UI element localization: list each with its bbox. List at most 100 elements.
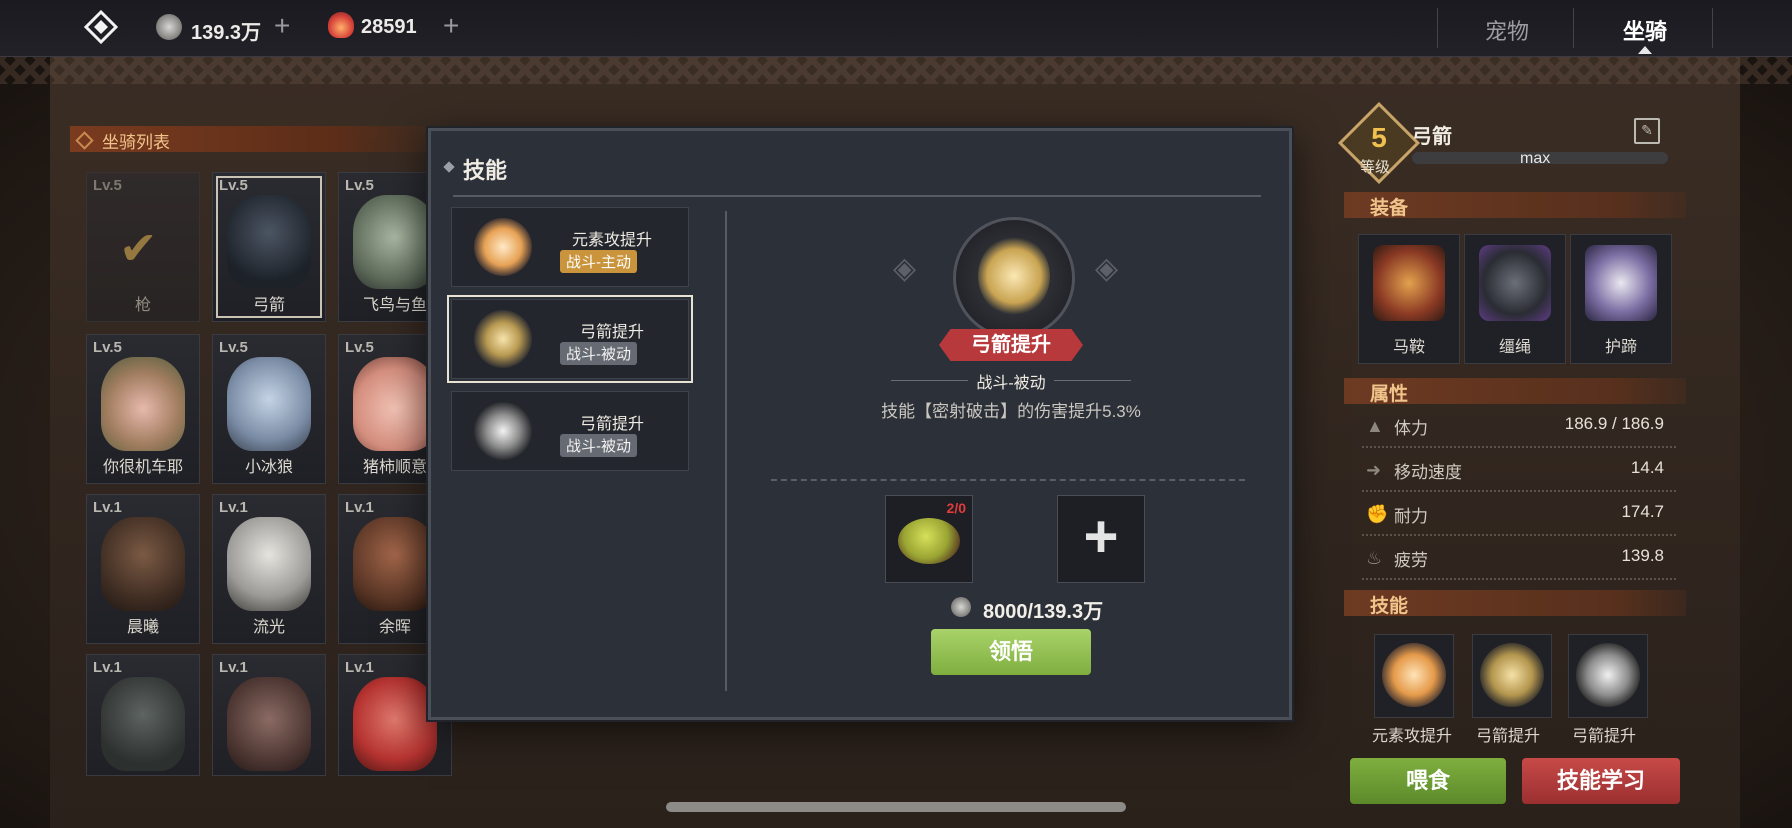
silver-amount: 139.3万 — [191, 22, 262, 44]
mount-card[interactable]: Lv.5 ✔ 枪 — [86, 172, 200, 322]
white-horse-portrait — [227, 517, 311, 611]
horseshoe-icon — [1585, 245, 1657, 321]
green-fruit-icon — [898, 518, 960, 564]
mount-skill-name: 弓箭提升 — [1476, 728, 1541, 745]
tab-mounts[interactable]: 坐骑 — [1623, 14, 1667, 46]
saddle-icon — [1373, 245, 1445, 321]
mount-name: 你很机车耶 — [102, 459, 183, 476]
learn-skill-button-label: 技能学习 — [1556, 768, 1645, 793]
attribute-row: ▲ 体力 186.9 / 186.9 — [1362, 406, 1676, 448]
selected-skill-type-text: 战斗-被动 — [968, 375, 1054, 392]
back-logo-icon[interactable] — [84, 10, 118, 44]
divider — [453, 195, 1261, 197]
skill-name: 元素攻提升 — [571, 232, 652, 249]
reins-icon — [1479, 245, 1551, 321]
material-slot[interactable]: 2/0 — [885, 495, 973, 583]
mount-level: Lv.5 — [345, 339, 374, 356]
mount-name: 弓箭 — [252, 297, 285, 314]
checkmark-icon: ✔ — [119, 222, 158, 274]
equipment-slot[interactable]: 马鞍 — [1358, 234, 1460, 364]
attribute-label: 体力 — [1394, 419, 1428, 438]
mount-card[interactable]: Lv.1 晨曦 — [86, 494, 200, 644]
mount-name: 小冰狼 — [244, 459, 293, 476]
equipment-name: 马鞍 — [1392, 339, 1425, 356]
learn-skill-button[interactable]: 技能学习 — [1522, 758, 1680, 804]
add-material-slot[interactable]: + — [1057, 495, 1145, 583]
attribute-row: ✊ 耐力 174.7 — [1362, 494, 1676, 536]
vertical-divider — [725, 211, 727, 691]
add-gem-button[interactable]: + — [443, 12, 459, 40]
equipment-name: 护蹄 — [1604, 339, 1637, 356]
attribute-row: ♨ 疲劳 139.8 — [1362, 538, 1676, 580]
silver-coin-icon — [156, 14, 182, 40]
mount-skill-slot[interactable] — [1472, 634, 1552, 718]
tab-separator — [1437, 8, 1438, 48]
skill-list-item[interactable]: 弓箭提升 战斗-被动 — [451, 391, 689, 471]
bow-boost-skill-icon — [474, 402, 532, 460]
skill-list-item[interactable]: 元素攻提升 战斗-主动 — [451, 207, 689, 287]
mount-list-header: 坐骑列表 — [70, 126, 450, 152]
comprehend-button-label: 领悟 — [988, 639, 1033, 664]
equipment-header: 装备 — [1344, 192, 1686, 219]
feed-button[interactable]: 喂食 — [1350, 758, 1506, 804]
plus-icon: + — [1083, 503, 1119, 570]
pig-portrait — [353, 357, 437, 451]
mount-card-selected[interactable]: Lv.5 弓箭 — [212, 172, 326, 322]
mount-level: Lv.1 — [93, 499, 122, 516]
level-value: 5 — [1371, 122, 1387, 153]
skill-list-item-selected[interactable]: 弓箭提升 战斗-被动 — [447, 295, 693, 383]
bow-arrow-icon — [978, 236, 1050, 316]
skill-description: 技能【密射破击】的伤害提升5.3% — [881, 402, 1141, 421]
skill-type-badge: 战斗-被动 — [560, 434, 637, 457]
exp-text: max — [1520, 150, 1551, 167]
mount-level: Lv.5 — [93, 339, 122, 356]
tab-pets[interactable]: 宠物 — [1485, 14, 1529, 46]
mount-card[interactable]: Lv.1 流光 — [212, 494, 326, 644]
chestnut-horse-portrait — [353, 517, 437, 611]
selected-skill-icon — [953, 217, 1075, 339]
mount-card[interactable]: Lv.1 — [86, 654, 200, 776]
level-label: 等级 — [1360, 159, 1391, 176]
mount-card[interactable]: Lv.1 — [212, 654, 326, 776]
bow-boost-skill-icon — [474, 310, 532, 368]
attribute-value: 186.9 / 186.9 — [1564, 414, 1664, 433]
mount-skill-slot[interactable] — [1374, 634, 1454, 718]
home-indicator — [666, 802, 1126, 812]
comprehend-button[interactable]: 领悟 — [931, 629, 1091, 675]
mount-name-title: 弓箭 — [1412, 126, 1452, 148]
speed-icon: ➜ — [1366, 460, 1382, 480]
skill-name: 弓箭提升 — [579, 324, 644, 341]
add-silver-button[interactable]: + — [274, 12, 290, 40]
skill-type-badge: 战斗-被动 — [560, 342, 637, 365]
mount-name: 流光 — [252, 619, 285, 636]
right-ornament-icon: ◈ — [1095, 252, 1119, 285]
equipment-slot[interactable]: 缰绳 — [1464, 234, 1566, 364]
diamond-icon — [75, 131, 94, 150]
decorative-border — [0, 56, 1792, 84]
mount-level: Lv.1 — [219, 659, 248, 676]
skill-type-badge: 战斗-主动 — [560, 250, 637, 273]
equipment-title: 装备 — [1370, 198, 1409, 219]
mount-list-title: 坐骑列表 — [102, 133, 170, 152]
skill-name: 弓箭提升 — [579, 416, 644, 433]
mount-card[interactable]: Lv.5 你很机车耶 — [86, 334, 200, 484]
fatigue-icon: ♨ — [1366, 548, 1383, 568]
attributes-title: 属性 — [1370, 384, 1409, 405]
attribute-label: 耐力 — [1394, 507, 1428, 526]
equipment-slot[interactable]: 护蹄 — [1570, 234, 1672, 364]
mount-skill-slot[interactable] — [1568, 634, 1648, 718]
bow-boost-skill-icon — [1480, 643, 1544, 707]
dashed-divider — [771, 479, 1245, 481]
mount-level: Lv.1 — [219, 499, 248, 516]
stamina-icon: ▲ — [1366, 416, 1384, 436]
silver-coin-icon — [951, 597, 971, 617]
attribute-value: 139.8 — [1621, 546, 1664, 565]
gem-icon — [328, 12, 354, 38]
equipment-name: 缰绳 — [1498, 339, 1531, 356]
skill-modal: 技能 元素攻提升 战斗-主动 弓箭提升 战斗-被动 弓箭提升 战斗-被动 ◈ ◈… — [428, 128, 1292, 720]
mount-card[interactable]: Lv.5 小冰狼 — [212, 334, 326, 484]
mount-level: Lv.5 — [219, 339, 248, 356]
diamond-icon — [443, 161, 455, 173]
rename-icon[interactable]: ✎ — [1634, 118, 1660, 144]
attributes-header: 属性 — [1344, 378, 1686, 405]
